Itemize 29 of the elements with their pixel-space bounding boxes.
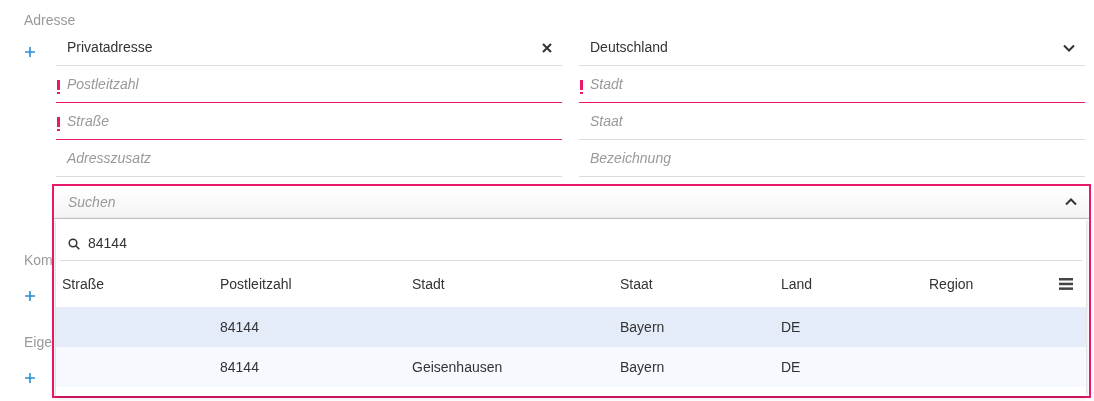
column-header[interactable]: Straße [62, 275, 104, 292]
table-cell: DE [781, 358, 801, 375]
plus-icon[interactable] [24, 290, 36, 302]
table-cell: 84144 [220, 318, 259, 335]
column-header[interactable]: Stadt [412, 275, 445, 292]
select-field[interactable]: Deutschland [579, 30, 1085, 66]
table-row[interactable]: 84144 Geisenhausen Bayern DE [56, 347, 1086, 387]
column-header[interactable]: Region [929, 275, 974, 292]
plus-icon[interactable] [24, 372, 36, 384]
table-row[interactable]: 84144 Bayern DE [56, 307, 1086, 347]
section-label: Eige [24, 333, 54, 352]
table-cell: Bayern [620, 318, 665, 335]
table-cell: DE [781, 318, 801, 335]
close-icon[interactable] [542, 42, 552, 53]
chevron-up-icon[interactable] [1065, 198, 1077, 206]
select-field[interactable]: Privatadresse [56, 30, 562, 66]
section-label: Adresse [24, 11, 77, 30]
chevron-down-icon[interactable] [1063, 43, 1075, 52]
column-header[interactable]: Land [781, 275, 813, 292]
menu-icon[interactable] [1059, 278, 1073, 290]
column-header[interactable]: Staat [620, 275, 653, 292]
table-cell: 84144 [220, 358, 259, 375]
table-cell: Bayern [620, 358, 665, 375]
search-icon [68, 237, 80, 250]
plus-icon[interactable] [24, 46, 36, 58]
section-label: Kom [24, 251, 54, 270]
table-cell: Geisenhausen [412, 358, 503, 375]
column-header[interactable]: Postleitzahl [220, 275, 292, 292]
search-field[interactable]: 84144 [60, 227, 1082, 261]
